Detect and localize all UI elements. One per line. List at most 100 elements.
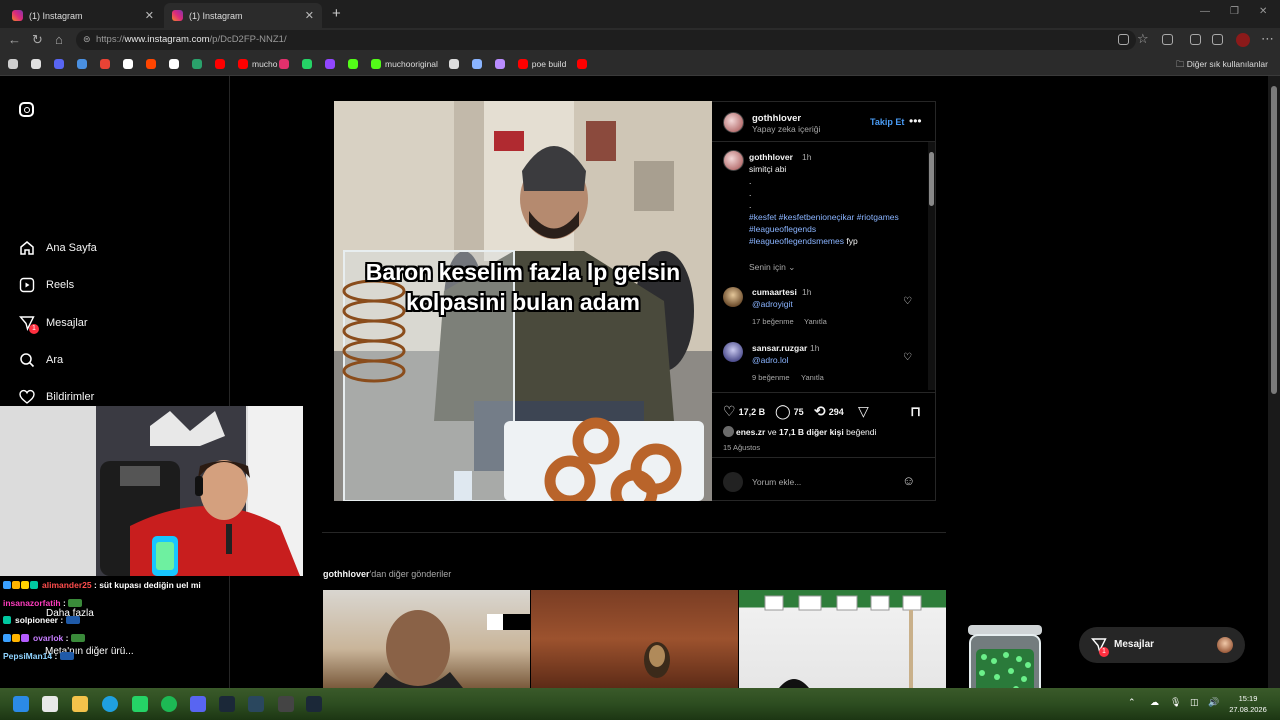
profile-avatar[interactable] <box>1236 33 1250 47</box>
sidebar-item-home[interactable]: Ana Sayfa <box>18 238 97 258</box>
bookmark-item[interactable] <box>348 58 362 70</box>
page-scroll-thumb[interactable] <box>1271 86 1277 394</box>
url-field[interactable]: ⊜ https://www.instagram.com/p/DcD2FP-NNZ… <box>76 30 1136 50</box>
volume-icon[interactable]: 🔊 <box>1208 697 1219 708</box>
more-post-thumbnail[interactable] <box>323 590 530 688</box>
repost-button[interactable]: ⟲ 294 <box>814 403 844 420</box>
microphone-icon[interactable]: 🎙 <box>1170 697 1181 708</box>
bookmark-item[interactable] <box>146 58 160 70</box>
extensions-icon[interactable] <box>1162 34 1173 45</box>
home-icon[interactable]: ⌂ <box>55 32 63 47</box>
sidebar-item-search[interactable]: Ara <box>18 350 63 370</box>
liker-avatar[interactable] <box>723 426 734 437</box>
caption-avatar[interactable] <box>723 150 744 171</box>
for-you-toggle[interactable]: Senin için ⌄ <box>749 262 795 273</box>
steam-icon[interactable] <box>306 696 322 712</box>
comments-scroll-thumb[interactable] <box>929 152 934 206</box>
other-bookmarks-folder[interactable]: 🗀 Diğer sık kullanılanlar <box>1176 59 1268 73</box>
app-available-icon[interactable] <box>1118 34 1129 45</box>
bookmark-item[interactable] <box>123 58 137 70</box>
bookmark-item[interactable] <box>325 58 339 70</box>
bookmark-item[interactable] <box>100 58 114 70</box>
steam-icon[interactable] <box>248 696 264 712</box>
comment-button[interactable]: ◯ 75 <box>775 403 804 420</box>
favorite-star-icon[interactable]: ☆ <box>1137 31 1149 47</box>
bookmark-item[interactable]: mucho <box>238 58 278 70</box>
reload-icon[interactable]: ↻ <box>32 32 43 48</box>
settings-more-icon[interactable]: ⋯ <box>1261 31 1274 47</box>
favorites-icon[interactable] <box>1212 34 1223 45</box>
bookmark-item[interactable] <box>8 58 22 70</box>
comment-text[interactable]: @adroyigit <box>752 299 793 309</box>
bookmark-item[interactable] <box>448 58 463 70</box>
obs-icon[interactable] <box>278 696 294 712</box>
spotify-icon[interactable] <box>161 696 177 712</box>
taskbar-clock[interactable]: 15:19 27.08.2026 <box>1226 693 1270 715</box>
author-avatar[interactable] <box>723 112 744 133</box>
comments-scrollbar[interactable] <box>928 142 935 390</box>
sidebar-item-reels[interactable]: Reels <box>18 275 74 295</box>
new-tab-icon[interactable]: + <box>332 5 341 22</box>
whatsapp-icon[interactable] <box>132 696 148 712</box>
commenter-avatar[interactable] <box>723 342 743 362</box>
start-windows-icon[interactable] <box>13 696 29 712</box>
site-info-icon[interactable]: ⊜ <box>83 34 91 45</box>
discord-icon[interactable] <box>190 696 206 712</box>
browser-tab[interactable]: (1) Instagram ✕ <box>4 3 162 28</box>
more-options-icon[interactable]: ••• <box>909 114 922 128</box>
more-posts-user[interactable]: gothhlover <box>323 569 370 579</box>
hashtags-line[interactable]: #leagueoflegendsmemes <box>749 236 844 246</box>
minimize-icon[interactable]: — <box>1200 6 1210 17</box>
emoji-icon[interactable]: ☺ <box>902 473 915 488</box>
instagram-logo-icon[interactable] <box>19 102 34 117</box>
like-button[interactable]: ♡ 17,2 B <box>723 403 765 420</box>
bookmark-item[interactable] <box>471 58 486 70</box>
liked-by-user[interactable]: enes.zr <box>736 427 765 437</box>
comment-username[interactable]: sansar.ruzgar <box>752 343 807 353</box>
bookmark-item[interactable]: poe build <box>517 58 566 70</box>
post-date[interactable]: 15 Ağustos <box>723 443 760 452</box>
bookmark-item[interactable] <box>31 58 45 70</box>
sidebar-item-messages[interactable]: 1 Mesajlar <box>18 313 88 334</box>
sidebar-item-notifications[interactable]: Bildirimler <box>18 387 94 407</box>
follow-button[interactable]: Takip Et <box>870 117 904 127</box>
browser-tab-active[interactable]: (1) Instagram ✕ <box>164 3 322 28</box>
bookmark-item[interactable] <box>192 58 206 70</box>
close-icon[interactable]: ✕ <box>305 9 314 22</box>
liked-by-count[interactable]: 17,1 B diğer kişi <box>779 427 844 437</box>
save-button[interactable]: ⊓ <box>910 403 924 420</box>
comment-like-icon[interactable]: ♡ <box>903 352 912 363</box>
file-explorer-icon[interactable] <box>72 696 88 712</box>
comment-likes[interactable]: 9 beğenme <box>752 373 790 382</box>
close-icon[interactable]: ✕ <box>145 9 154 22</box>
post-image[interactable]: Baron keselim fazla lp gelsin kolpasini … <box>334 101 712 501</box>
bookmark-item[interactable]: muchooriginal <box>371 58 438 70</box>
browser-essentials-icon[interactable] <box>1190 34 1201 45</box>
hashtags-line[interactable]: #kesfet #kesfetbenioneçikar #riotgames <box>749 212 899 222</box>
network-icon[interactable]: ◫ <box>1190 697 1199 708</box>
author-username[interactable]: gothhlover <box>752 113 801 124</box>
comment-text[interactable]: @adro.lol <box>752 355 789 365</box>
ai-content-label[interactable]: Yapay zeka içeriği <box>752 124 820 134</box>
window-close-icon[interactable]: ✕ <box>1259 6 1267 17</box>
comment-reply-button[interactable]: Yanıtla <box>804 317 827 326</box>
maximize-icon[interactable]: ❐ <box>1230 6 1239 17</box>
comment-input[interactable]: Yorum ekle... <box>752 477 801 487</box>
bookmark-item[interactable] <box>494 58 509 70</box>
bookmark-item[interactable] <box>169 58 183 70</box>
page-scrollbar[interactable] <box>1268 76 1280 688</box>
caption-username[interactable]: gothhlover <box>749 152 793 162</box>
comment-like-icon[interactable]: ♡ <box>903 296 912 307</box>
bookmark-item[interactable] <box>577 58 591 70</box>
bookmark-item[interactable] <box>54 58 68 70</box>
messages-floating-button[interactable]: 1 Mesajlar <box>1079 627 1245 663</box>
more-post-thumbnail[interactable] <box>531 590 738 688</box>
bookmark-item[interactable] <box>302 58 316 70</box>
comment-reply-button[interactable]: Yanıtla <box>801 373 824 382</box>
onedrive-icon[interactable]: ☁ <box>1150 697 1159 708</box>
edge-browser-icon[interactable] <box>102 696 118 712</box>
steam-icon[interactable] <box>219 696 235 712</box>
more-post-thumbnail[interactable] <box>739 590 946 688</box>
bookmark-item[interactable] <box>279 58 293 70</box>
hashtags-line[interactable]: #leagueoflegends <box>749 224 816 234</box>
